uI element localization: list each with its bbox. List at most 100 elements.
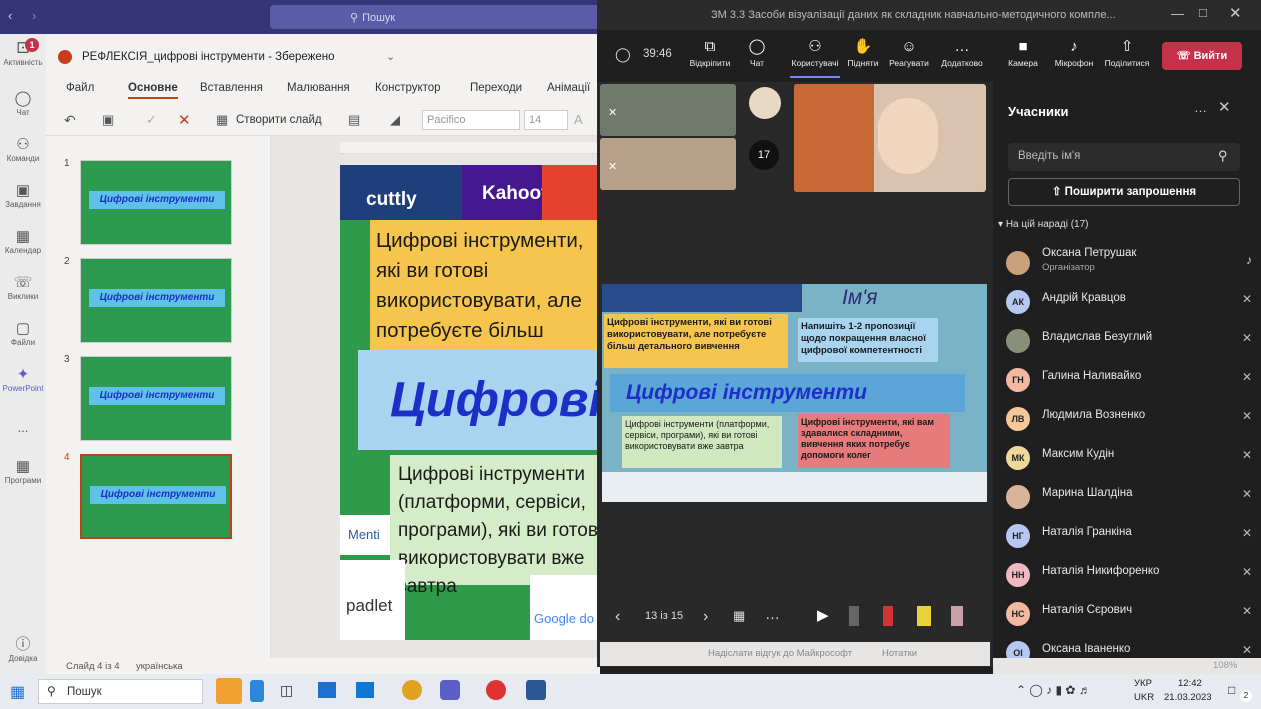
undo-icon[interactable]: ↶ — [64, 112, 76, 129]
participant-row[interactable]: НС Наталія Сєрович ✕ — [1006, 594, 1256, 632]
chrome-profile-icon[interactable] — [486, 680, 506, 700]
tab-file[interactable]: Файл — [66, 82, 94, 94]
new-slide-button[interactable]: Створити слайд — [236, 114, 322, 126]
zoom-level[interactable]: 108% — [1213, 660, 1237, 671]
notes-button[interactable]: Нотатки — [882, 648, 917, 659]
participant-row[interactable]: ЛВ Людмила Возненко ✕ — [1006, 399, 1256, 437]
minimize-icon[interactable]: — — [1171, 6, 1184, 21]
invite-button[interactable]: ⇧ Поширити запрошення — [1008, 178, 1240, 206]
clock-time[interactable]: 12:42 — [1178, 678, 1202, 689]
tab-design[interactable]: Конструктор — [375, 82, 441, 94]
current-slide[interactable]: cuttly Kahoot! Цифрові інструменти, які … — [340, 165, 600, 640]
rail-help[interactable]: ⓘ Довідка — [0, 636, 46, 663]
pen-black-icon[interactable] — [849, 606, 859, 626]
prev-slide-icon[interactable]: ‹ — [615, 608, 620, 626]
rail-files[interactable]: ▢ Файли — [0, 320, 46, 347]
pen-red-icon[interactable] — [883, 606, 893, 626]
eraser-icon[interactable] — [951, 606, 963, 626]
video-tile[interactable]: ✕ — [600, 84, 736, 136]
pointer-icon[interactable]: ▶ — [817, 606, 829, 624]
teams-icon[interactable] — [440, 680, 460, 700]
tab-draw[interactable]: Малювання — [287, 82, 350, 94]
rail-calendar[interactable]: ▦ Календар — [0, 228, 46, 255]
speaker-video-tile[interactable] — [794, 84, 986, 192]
rail-calls[interactable]: ☏ Виклики — [0, 274, 46, 301]
participant-search-input[interactable]: Введіть ім'я ⚲ — [1008, 143, 1240, 171]
desktop-app-icon[interactable] — [318, 682, 336, 698]
forward-arrow-icon[interactable]: › — [32, 8, 36, 23]
participant-row[interactable]: Марина Шалдіна ✕ — [1006, 477, 1256, 515]
language-status[interactable]: українська — [136, 661, 183, 672]
input-language[interactable]: УКР — [1134, 678, 1152, 689]
widget-icon[interactable] — [216, 678, 242, 704]
rail-tasks[interactable]: ▣ Завдання — [0, 182, 46, 209]
highlighter-icon[interactable] — [917, 606, 931, 626]
rail-chat[interactable]: ◯ Чат — [0, 90, 46, 117]
slide-thumbnail[interactable]: Цифрові інструменти — [80, 258, 232, 343]
chat-button[interactable]: ◯ Чат — [728, 36, 786, 68]
leave-button[interactable]: ☏ Вийти — [1162, 42, 1242, 70]
tab-animations[interactable]: Анімації — [547, 82, 590, 94]
close-panel-icon[interactable]: ✕ — [1218, 98, 1231, 116]
rail-powerpoint[interactable]: ✦ PowerPoint — [0, 366, 46, 393]
rail-more[interactable]: ... — [0, 420, 46, 435]
clipboard-icon[interactable]: ▣ — [102, 112, 114, 128]
layout-icon[interactable]: ▤ — [348, 112, 360, 128]
participant-row[interactable]: НГ Наталія Гранкіна ✕ — [1006, 516, 1256, 554]
tab-insert[interactable]: Вставлення — [200, 82, 263, 94]
participant-row[interactable]: АК Андрій Кравцов ✕ — [1006, 282, 1256, 320]
clock-date[interactable]: 21.03.2023 — [1164, 692, 1212, 703]
section-header[interactable]: ▾ На цій нараді (17) — [998, 219, 1089, 230]
maximize-icon[interactable]: □ — [1199, 5, 1207, 20]
format-painter-icon[interactable]: ✓ — [146, 112, 157, 128]
video-tile[interactable]: ✕ — [600, 138, 736, 190]
rail-teams[interactable]: ⚇ Команди — [0, 136, 46, 163]
word-icon[interactable] — [526, 680, 546, 700]
mail-icon[interactable] — [356, 682, 374, 698]
feedback-link[interactable]: Надіслати відгук до Майкрософт — [708, 648, 852, 659]
back-arrow-icon[interactable]: ‹ — [8, 8, 12, 23]
mic-button[interactable]: ♪ Мікрофон — [1044, 36, 1104, 68]
camera-button[interactable]: ■ Камера — [995, 36, 1051, 68]
participant-row[interactable]: МК Максим Кудін ✕ — [1006, 438, 1256, 476]
zoom-strip: 108% — [993, 658, 1261, 674]
share-icon: ⇧ — [1120, 38, 1134, 55]
chrome-icon[interactable] — [402, 680, 422, 700]
tab-transitions[interactable]: Переходи — [470, 82, 522, 94]
more-icon[interactable]: … — [1194, 100, 1207, 115]
next-slide-icon[interactable]: › — [703, 608, 708, 626]
chevron-down-icon[interactable]: ⌄ — [386, 50, 395, 63]
close-icon[interactable]: ✕ — [1229, 4, 1242, 22]
grid-view-icon[interactable]: ▦ — [733, 608, 745, 624]
task-view-icon[interactable]: ◫ — [280, 682, 293, 699]
share-button[interactable]: ⇧ Поділитися — [1100, 36, 1154, 68]
slide-thumbnail[interactable]: Цифрові інструменти — [80, 356, 232, 441]
system-tray-icons[interactable]: ⌃ ◯ ♪ ▮ ✿ ♬ — [1016, 683, 1091, 697]
shape-icon[interactable]: ◢ — [390, 112, 400, 128]
mic-off-icon: ✕ — [1241, 565, 1252, 579]
windows-start-icon[interactable]: ▦ — [10, 682, 25, 702]
rail-apps[interactable]: ▦ Програми — [0, 458, 46, 485]
app-icon[interactable] — [250, 680, 264, 702]
rail-activity[interactable]: ⚀ Активність — [0, 40, 46, 67]
participant-row[interactable]: НН Наталія Никифоренко ✕ — [1006, 555, 1256, 593]
participant-row[interactable]: ГН Галина Наливайко ✕ — [1006, 360, 1256, 398]
tab-home[interactable]: Основне — [128, 82, 178, 99]
slide-thumbnail-selected[interactable]: Цифрові інструменти — [80, 454, 232, 539]
notification-icon[interactable]: □ — [1228, 683, 1235, 697]
font-size-select[interactable]: 14 — [524, 110, 568, 130]
others-count[interactable]: 17 — [749, 140, 779, 170]
slide-thumbnail[interactable]: Цифрові інструменти — [80, 160, 232, 245]
delete-icon[interactable]: ✕ — [178, 111, 191, 129]
shared-screen[interactable]: Ім'я Цифрові інструменти, які ви готові … — [602, 284, 987, 502]
grow-font-icon[interactable]: A — [574, 112, 583, 127]
font-name-select[interactable]: Pacifico — [422, 110, 520, 130]
more-button[interactable]: … Додатково — [927, 36, 997, 68]
new-slide-icon[interactable]: ▦ — [216, 112, 228, 128]
participant-row[interactable]: Владислав Безуглий ✕ — [1006, 321, 1256, 359]
search-input[interactable]: ⚲ Пошук — [270, 5, 600, 29]
participant-row[interactable]: Оксана Петрушак Організатор ♪ — [1006, 243, 1256, 281]
input-language-code[interactable]: UKR — [1134, 692, 1154, 703]
more-icon[interactable]: … — [765, 606, 780, 623]
taskbar-search[interactable]: ⚲ Пошук — [38, 679, 203, 704]
